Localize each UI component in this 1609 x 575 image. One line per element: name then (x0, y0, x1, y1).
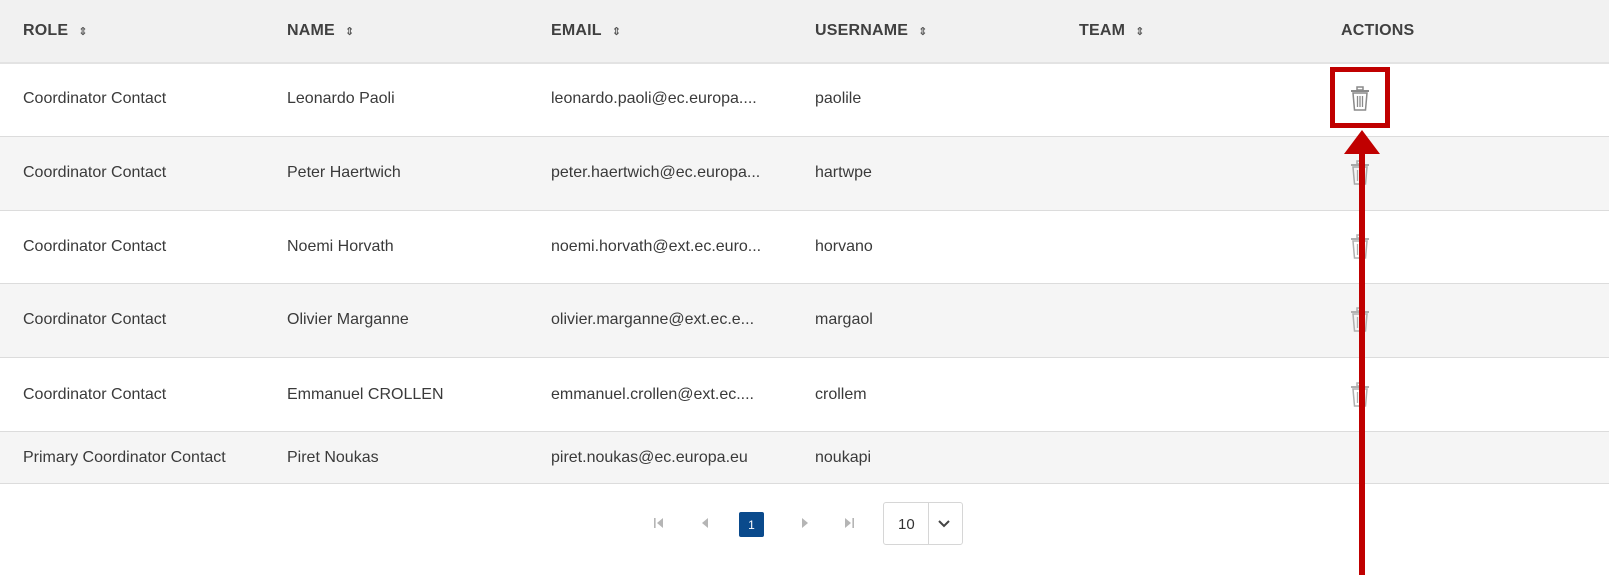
cell-username: crollem (815, 386, 867, 403)
cell-role: Primary Coordinator Contact (23, 449, 226, 466)
sort-icon[interactable]: ⇕ (1135, 25, 1144, 38)
cell-name: Emmanuel CROLLEN (287, 386, 444, 403)
header-name[interactable]: NAME ⇕ (287, 22, 354, 40)
header-actions: ACTIONS (1341, 22, 1415, 39)
cell-name: Noemi Horvath (287, 238, 394, 255)
table-row: Coordinator Contact Emmanuel CROLLEN emm… (0, 358, 1609, 432)
sort-icon[interactable]: ⇕ (918, 25, 927, 38)
cell-email: peter.haertwich@ec.europa... (551, 164, 761, 181)
next-page-icon[interactable] (800, 516, 810, 533)
header-role[interactable]: ROLE ⇕ (23, 22, 88, 40)
page-size-select[interactable]: 10 (883, 502, 963, 545)
cell-name: Peter Haertwich (287, 164, 401, 181)
annotation-arrow (1359, 150, 1365, 575)
last-page-icon[interactable] (843, 516, 855, 533)
pagination: 1 10 (0, 495, 1609, 575)
sort-icon[interactable]: ⇕ (612, 25, 621, 38)
table-row: Coordinator Contact Olivier Marganne oli… (0, 284, 1609, 358)
cell-username: margaol (815, 311, 873, 328)
page-1-button[interactable]: 1 (739, 512, 764, 537)
cell-username: hartwpe (815, 164, 872, 181)
contacts-table: ROLE ⇕ NAME ⇕ EMAIL ⇕ USERNAME ⇕ TEAM ⇕ ACTIO… (0, 0, 1609, 484)
cell-username: noukapi (815, 449, 872, 466)
cell-email: emmanuel.crollen@ext.ec.... (551, 386, 754, 403)
cell-name: Olivier Marganne (287, 311, 409, 328)
sort-icon[interactable]: ⇕ (78, 25, 87, 38)
header-username[interactable]: USERNAME ⇕ (815, 22, 928, 40)
cell-role: Coordinator Contact (23, 164, 167, 181)
sort-icon[interactable]: ⇕ (345, 25, 354, 38)
highlight-box (1330, 67, 1390, 128)
cell-email: leonardo.paoli@ec.europa.... (551, 90, 757, 107)
cell-email: noemi.horvath@ext.ec.euro... (551, 238, 762, 255)
cell-role: Coordinator Contact (23, 386, 167, 403)
table-row: Coordinator Contact Noemi Horvath noemi.… (0, 211, 1609, 284)
cell-username: paolile (815, 90, 862, 107)
prev-page-icon[interactable] (700, 516, 710, 533)
table-header: ROLE ⇕ NAME ⇕ EMAIL ⇕ USERNAME ⇕ TEAM ⇕ ACTIO… (0, 0, 1609, 64)
cell-role: Coordinator Contact (23, 238, 167, 255)
cell-email: piret.noukas@ec.europa.eu (551, 449, 748, 466)
cell-name: Leonardo Paoli (287, 90, 395, 107)
first-page-icon[interactable] (653, 516, 665, 533)
arrow-head-icon (1342, 130, 1382, 159)
cell-name: Piret Noukas (287, 449, 379, 466)
table-row: Primary Coordinator Contact Piret Noukas… (0, 432, 1609, 484)
header-team[interactable]: TEAM ⇕ (1079, 22, 1145, 40)
cell-role: Coordinator Contact (23, 90, 167, 107)
cell-role: Coordinator Contact (23, 311, 167, 328)
header-email[interactable]: EMAIL ⇕ (551, 22, 621, 40)
cell-username: horvano (815, 238, 873, 255)
cell-email: olivier.marganne@ext.ec.e... (551, 311, 755, 328)
chevron-down-icon (936, 515, 952, 536)
